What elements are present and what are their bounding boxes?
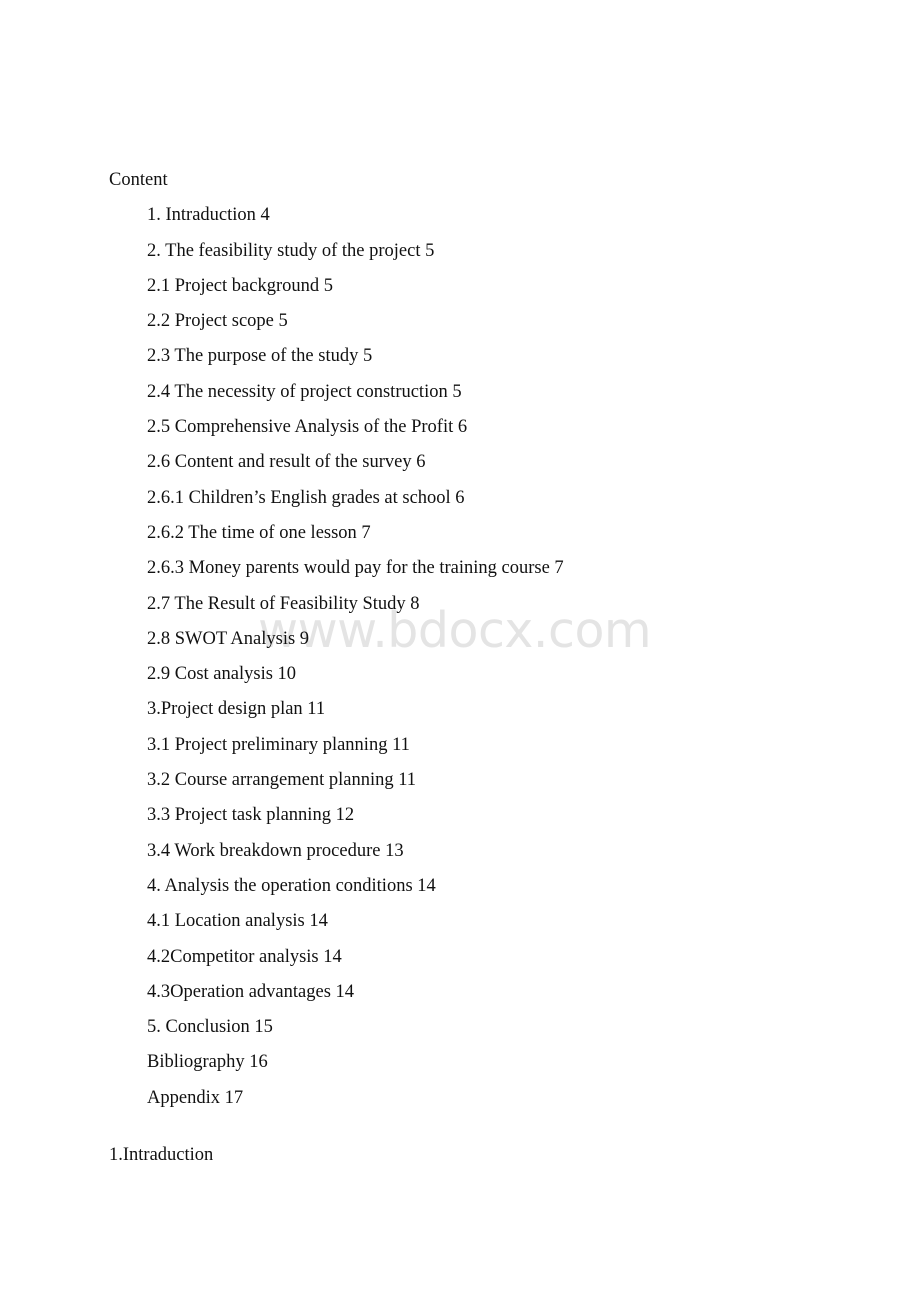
document-page: www.bdocx.com Content 1. Intraduction 4 … [0, 0, 920, 1302]
toc-entry[interactable]: 2.6.1 Children’s English grades at schoo… [147, 481, 920, 516]
toc-entry[interactable]: 2.2 Project scope 5 [147, 304, 920, 339]
toc-entry[interactable]: 5. Conclusion 15 [147, 1010, 920, 1045]
toc-entry[interactable]: 2.8 SWOT Analysis 9 [147, 622, 920, 657]
document-body: Content 1. Intraduction 4 2. The feasibi… [0, 0, 920, 1173]
toc-entry[interactable]: 2.6 Content and result of the survey 6 [147, 445, 920, 480]
toc-entry[interactable]: Appendix 17 [147, 1081, 920, 1116]
toc-entry[interactable]: 3.2 Course arrangement planning 11 [147, 763, 920, 798]
section-heading-introduction: 1.Intraduction [109, 1145, 214, 1166]
toc-entry[interactable]: 2.4 The necessity of project constructio… [147, 375, 920, 410]
toc-entry[interactable]: 2.6.3 Money parents would pay for the tr… [147, 551, 920, 586]
toc-entry[interactable]: 3.1 Project preliminary planning 11 [147, 728, 920, 763]
toc-entry[interactable]: 4.2Competitor analysis 14 [147, 940, 920, 975]
table-of-contents-heading: Content [109, 170, 168, 190]
toc-entry[interactable]: 2.9 Cost analysis 10 [147, 657, 920, 692]
toc-entry[interactable]: 2.5 Comprehensive Analysis of the Profit… [147, 410, 920, 445]
toc-entry[interactable]: 3.Project design plan 11 [147, 692, 920, 727]
toc-entry[interactable]: Bibliography 16 [147, 1045, 920, 1080]
toc-entry[interactable]: 4.3Operation advantages 14 [147, 975, 920, 1010]
toc-entry[interactable]: 2.7 The Result of Feasibility Study 8 [147, 587, 920, 622]
table-of-contents-list: 1. Intraduction 4 2. The feasibility stu… [0, 198, 920, 1116]
toc-entry[interactable]: 2.1 Project background 5 [147, 269, 920, 304]
toc-entry[interactable]: 4. Analysis the operation conditions 14 [147, 869, 920, 904]
toc-entry[interactable]: 2.6.2 The time of one lesson 7 [147, 516, 920, 551]
toc-entry[interactable]: 2. The feasibility study of the project … [147, 234, 920, 269]
toc-entry[interactable]: 3.3 Project task planning 12 [147, 798, 920, 833]
toc-entry[interactable]: 3.4 Work breakdown procedure 13 [147, 834, 920, 869]
toc-entry[interactable]: 1. Intraduction 4 [147, 198, 920, 233]
toc-entry[interactable]: 2.3 The purpose of the study 5 [147, 339, 920, 374]
toc-entry[interactable]: 4.1 Location analysis 14 [147, 904, 920, 939]
